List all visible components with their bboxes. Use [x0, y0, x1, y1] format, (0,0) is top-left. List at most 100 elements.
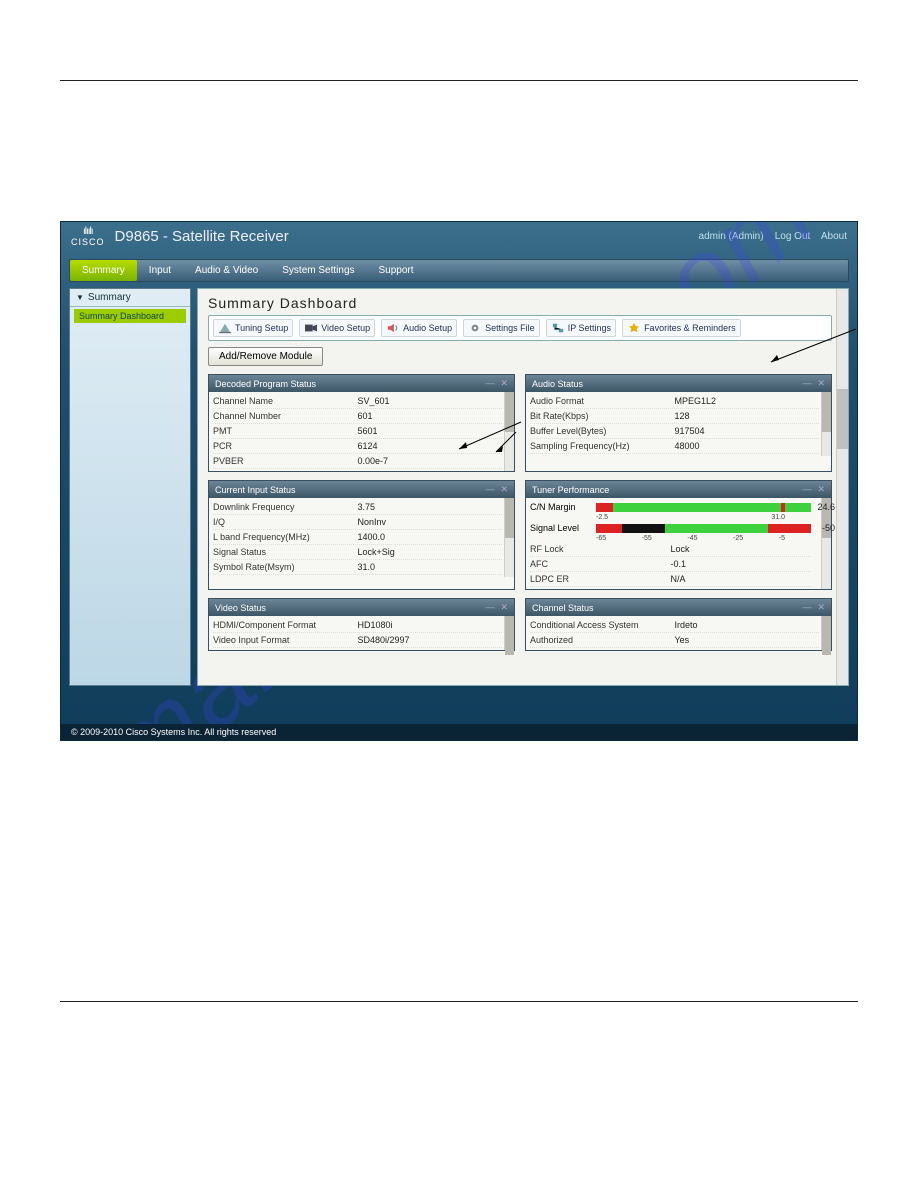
- tab-input[interactable]: Input: [137, 260, 183, 281]
- cisco-logo-bars: ılıılı: [83, 226, 93, 237]
- module-title: Current Input Status: [215, 485, 296, 495]
- table-row: PMT5601: [213, 424, 502, 439]
- table-row: LDPC ERN/A: [530, 572, 811, 587]
- module-title: Decoded Program Status: [215, 379, 316, 389]
- footer-copyright: © 2009-2010 Cisco Systems Inc. All right…: [61, 724, 857, 740]
- module-scrollbar[interactable]: [821, 392, 831, 456]
- main-panel: Summary Dashboard Tuning Setup Video Set…: [197, 288, 849, 686]
- module-scrollbar[interactable]: [504, 616, 514, 650]
- table-row: Symbol Rate(Msym)31.0: [213, 560, 502, 575]
- signal-level-bar: -50: [596, 524, 811, 533]
- signal-level-value: -50: [822, 523, 835, 533]
- tab-system-settings[interactable]: System Settings: [270, 260, 366, 281]
- about-link[interactable]: About: [821, 231, 847, 242]
- table-row: PCR6124: [213, 439, 502, 454]
- cisco-logo-text: CISCO: [71, 237, 105, 247]
- main-tabs: Summary Input Audio & Video System Setti…: [69, 259, 849, 282]
- module-channel-status: Channel Status —✕ Conditional Access Sys…: [525, 598, 832, 651]
- camera-icon: [304, 322, 318, 334]
- close-icon[interactable]: ✕: [817, 484, 825, 495]
- table-row: RF LockLock: [530, 542, 811, 557]
- signal-level-label: Signal Level: [530, 523, 592, 533]
- sidebar: ▼ Summary Summary Dashboard: [69, 288, 191, 686]
- header-bar: ılıılı CISCO D9865 - Satellite Receiver …: [61, 222, 857, 259]
- minimize-icon[interactable]: —: [485, 602, 494, 613]
- sidebar-item-summary-dashboard[interactable]: Summary Dashboard: [74, 309, 186, 323]
- table-row: Downlink Frequency3.75: [213, 500, 502, 515]
- module-scrollbar[interactable]: [821, 616, 831, 650]
- shortcut-bar: Tuning Setup Video Setup Audio Setup Set…: [208, 315, 832, 341]
- cn-margin-value: 24.6: [817, 502, 835, 512]
- page-title: Summary Dashboard: [208, 293, 832, 315]
- table-row: Channel Number601: [213, 409, 502, 424]
- module-title: Audio Status: [532, 379, 583, 389]
- main-scrollbar[interactable]: [836, 289, 848, 685]
- close-icon[interactable]: ✕: [500, 378, 508, 389]
- table-row: AFC-0.1: [530, 557, 811, 572]
- table-row: PVBER0.00e-7: [213, 454, 502, 469]
- satellite-icon: [218, 322, 232, 334]
- cn-margin-label: C/N Margin: [530, 502, 592, 512]
- module-decoded-program-status: Decoded Program Status — ✕ Channel NameSV…: [208, 374, 515, 472]
- shortcut-favorites-reminders[interactable]: Favorites & Reminders: [622, 319, 741, 337]
- tab-audio-video[interactable]: Audio & Video: [183, 260, 270, 281]
- sidebar-header-label: Summary: [88, 292, 131, 303]
- close-icon[interactable]: ✕: [817, 378, 825, 389]
- minimize-icon[interactable]: —: [802, 378, 811, 389]
- header-right: admin (Admin) Log Out About: [699, 231, 847, 242]
- close-icon[interactable]: ✕: [817, 602, 825, 613]
- minimize-icon[interactable]: —: [485, 484, 494, 495]
- module-audio-status: Audio Status — ✕ Audio FormatMPEG1L2 Bit …: [525, 374, 832, 472]
- tab-support[interactable]: Support: [367, 260, 426, 281]
- speaker-icon: [386, 322, 400, 334]
- module-scrollbar[interactable]: [821, 498, 831, 589]
- user-label: admin (Admin): [699, 231, 764, 242]
- add-remove-module-button[interactable]: Add/Remove Module: [208, 347, 323, 366]
- close-icon[interactable]: ✕: [500, 602, 508, 613]
- minimize-icon[interactable]: —: [802, 484, 811, 495]
- module-current-input-status: Current Input Status — ✕ Downlink Frequen…: [208, 480, 515, 590]
- page-divider-bottom: [60, 1001, 858, 1002]
- shortcut-ip-settings[interactable]: IP Settings: [546, 319, 616, 337]
- cn-margin-row: C/N Margin 24.6: [530, 500, 811, 514]
- gear-file-icon: [468, 322, 482, 334]
- shortcut-label: Tuning Setup: [235, 323, 288, 333]
- triangle-down-icon: ▼: [76, 293, 84, 302]
- star-icon: [627, 322, 641, 334]
- close-icon[interactable]: ✕: [500, 484, 508, 495]
- sidebar-summary-header[interactable]: ▼ Summary: [70, 289, 190, 307]
- cn-margin-bar: 24.6: [596, 503, 811, 512]
- tab-summary[interactable]: Summary: [70, 260, 137, 281]
- module-scrollbar[interactable]: [504, 498, 514, 577]
- table-row: Signal StatusLock+Sig: [213, 545, 502, 560]
- shortcut-label: Video Setup: [321, 323, 370, 333]
- shortcut-tuning-setup[interactable]: Tuning Setup: [213, 319, 293, 337]
- table-row: Channel NameSV_601: [213, 394, 502, 409]
- table-row: Audio FormatMPEG1L2: [530, 394, 819, 409]
- signal-level-row: Signal Level -50: [530, 521, 811, 535]
- content-body: ▼ Summary Summary Dashboard Summary Dash…: [69, 288, 849, 686]
- table-row: Bit Rate(Kbps)128: [530, 409, 819, 424]
- app-title: D9865 - Satellite Receiver: [115, 228, 289, 245]
- module-scrollbar[interactable]: [504, 392, 514, 471]
- table-row: Video Input FormatSD480i/2997: [213, 633, 502, 648]
- shortcut-settings-file[interactable]: Settings File: [463, 319, 540, 337]
- table-row: L band Frequency(MHz)1400.0: [213, 530, 502, 545]
- minimize-icon[interactable]: —: [485, 378, 494, 389]
- table-row: Sampling Frequency(Hz)48000: [530, 439, 819, 454]
- cn-margin-scale: -2.531.0: [596, 514, 785, 521]
- module-title: Video Status: [215, 603, 266, 613]
- shortcut-video-setup[interactable]: Video Setup: [299, 319, 375, 337]
- module-video-status: Video Status — ✕ HDMI/Component FormatHD1…: [208, 598, 515, 651]
- shortcut-label: Audio Setup: [403, 323, 452, 333]
- cisco-logo: ılıılı CISCO: [71, 226, 105, 247]
- table-row: HDMI/Component FormatHD1080i: [213, 618, 502, 633]
- minimize-icon[interactable]: —: [802, 602, 811, 613]
- table-row: I/QNonInv: [213, 515, 502, 530]
- logout-link[interactable]: Log Out: [775, 231, 811, 242]
- network-icon: [551, 322, 565, 334]
- signal-level-scale: -65-55-45-25-5: [596, 535, 785, 542]
- app-window: manualshive.com ılıılı CISCO D9865 - Sat…: [60, 221, 858, 741]
- table-row: AuthorizedYes: [530, 633, 819, 648]
- shortcut-audio-setup[interactable]: Audio Setup: [381, 319, 457, 337]
